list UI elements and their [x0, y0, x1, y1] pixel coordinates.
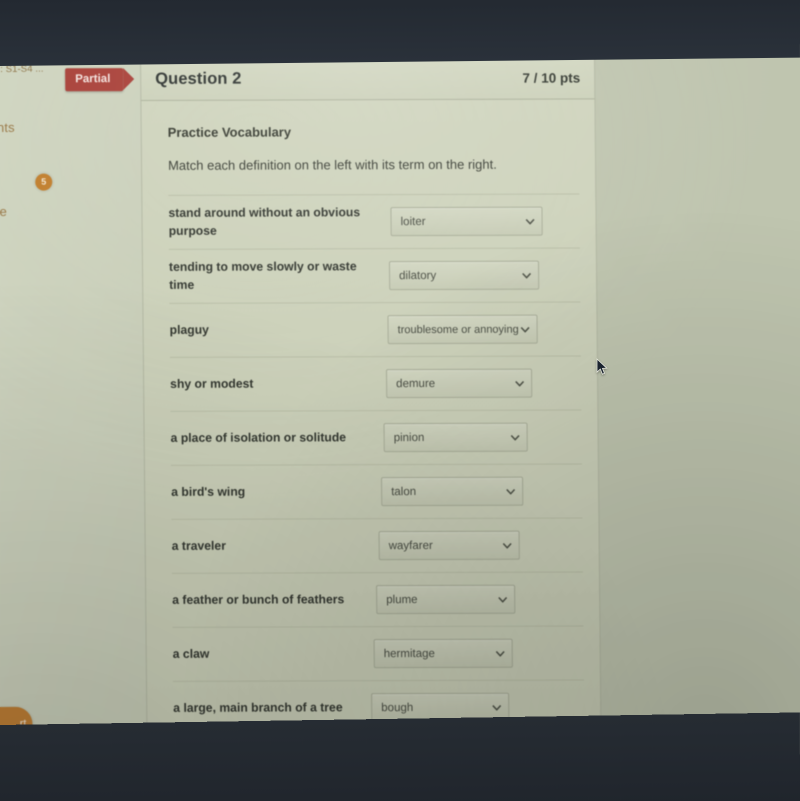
matching-row: a claw hermitage — [172, 625, 584, 681]
match-answer-value: plume — [386, 593, 418, 606]
chevron-down-icon — [520, 326, 530, 333]
match-answer-dropdown[interactable]: dilatory — [388, 260, 540, 291]
question-card: Partial Question 2 7 / 10 pts Practice V… — [65, 56, 602, 762]
question-title: Question 2 — [155, 69, 242, 88]
photograph-of-screen: ear: S1-S4 ... ments rive 5 rt Partial Q… — [0, 0, 800, 801]
chevron-down-icon — [502, 542, 512, 549]
chevron-down-icon — [492, 704, 502, 711]
match-definition: a place of isolation or solitude — [170, 430, 347, 445]
question-points: 7 / 10 pts — [522, 70, 581, 86]
match-definition: stand around without an obvious purpose — [168, 205, 361, 238]
match-answer-dropdown[interactable]: loiter — [390, 206, 543, 237]
match-answer-dropdown[interactable]: wayfarer — [378, 530, 520, 561]
match-definition: tending to move slowly or waste time — [168, 259, 357, 292]
chevron-down-icon — [495, 650, 505, 657]
question-body: Practice Vocabulary Match each definitio… — [140, 99, 602, 762]
chevron-down-icon — [525, 218, 535, 225]
chevron-down-icon — [515, 380, 525, 387]
matching-row: a bird's wing talon — [170, 463, 583, 519]
match-answer-dropdown[interactable]: demure — [385, 368, 533, 399]
sidebar-notification-badge: 5 — [35, 173, 53, 191]
match-answer-dropdown[interactable]: talon — [381, 476, 524, 507]
match-answer-dropdown[interactable]: troublesome or annoying — [387, 314, 538, 345]
match-answer-dropdown[interactable]: plume — [376, 584, 516, 615]
matching-row: tending to move slowly or waste time dila… — [168, 247, 581, 303]
match-answer-dropdown[interactable]: pinion — [383, 422, 528, 453]
match-answer-value: loiter — [400, 215, 426, 228]
prompt-instructions: Match each definition on the left with i… — [167, 156, 497, 173]
match-answer-value: talon — [391, 485, 417, 498]
photo-band-top — [0, 0, 800, 66]
match-answer-value: wayfarer — [388, 539, 433, 552]
match-answer-dropdown[interactable]: hermitage — [373, 638, 513, 669]
chevron-down-icon — [498, 596, 508, 603]
matching-row: shy or modest demure — [169, 355, 582, 411]
photo-band-bottom — [0, 712, 800, 801]
match-answer-value: bough — [381, 701, 414, 714]
match-answer-value: dilatory — [399, 269, 437, 282]
matching-list: stand around without an obvious purpose l… — [156, 193, 585, 735]
chevron-down-icon — [510, 434, 520, 441]
mouse-cursor-icon — [596, 358, 608, 375]
match-definition: a bird's wing — [171, 484, 246, 499]
match-answer-value: pinion — [393, 431, 425, 444]
course-sidebar: ear: S1-S4 ... ments rive 5 rt — [0, 51, 79, 762]
match-definition: a claw — [172, 646, 210, 661]
status-badge-partial: Partial — [65, 68, 124, 92]
matching-row: a place of isolation or solitude pinion — [170, 409, 582, 465]
matching-row: stand around without an obvious purpose l… — [168, 193, 580, 249]
chevron-down-icon — [522, 272, 532, 279]
sidebar-item-assignments[interactable]: ments — [0, 120, 15, 135]
sidebar-item-drive[interactable]: rive — [0, 204, 7, 219]
match-definition: a large, main branch of a tree — [173, 700, 343, 715]
matching-row: plaguy troublesome or annoying — [169, 301, 581, 357]
prompt-title: Practice Vocabulary — [167, 124, 292, 140]
match-definition: a traveler — [171, 538, 226, 553]
match-answer-value: demure — [396, 377, 436, 390]
chevron-down-icon — [506, 488, 516, 495]
matching-row: a traveler wayfarer — [171, 517, 583, 573]
match-definition: shy or modest — [170, 376, 254, 391]
matching-row: a feather or bunch of feathers plume — [171, 571, 584, 627]
match-definition: plaguy — [169, 322, 209, 337]
match-answer-value: troublesome or annoying — [397, 323, 519, 336]
match-answer-value: hermitage — [383, 647, 435, 660]
match-definition: a feather or bunch of feathers — [172, 592, 345, 607]
